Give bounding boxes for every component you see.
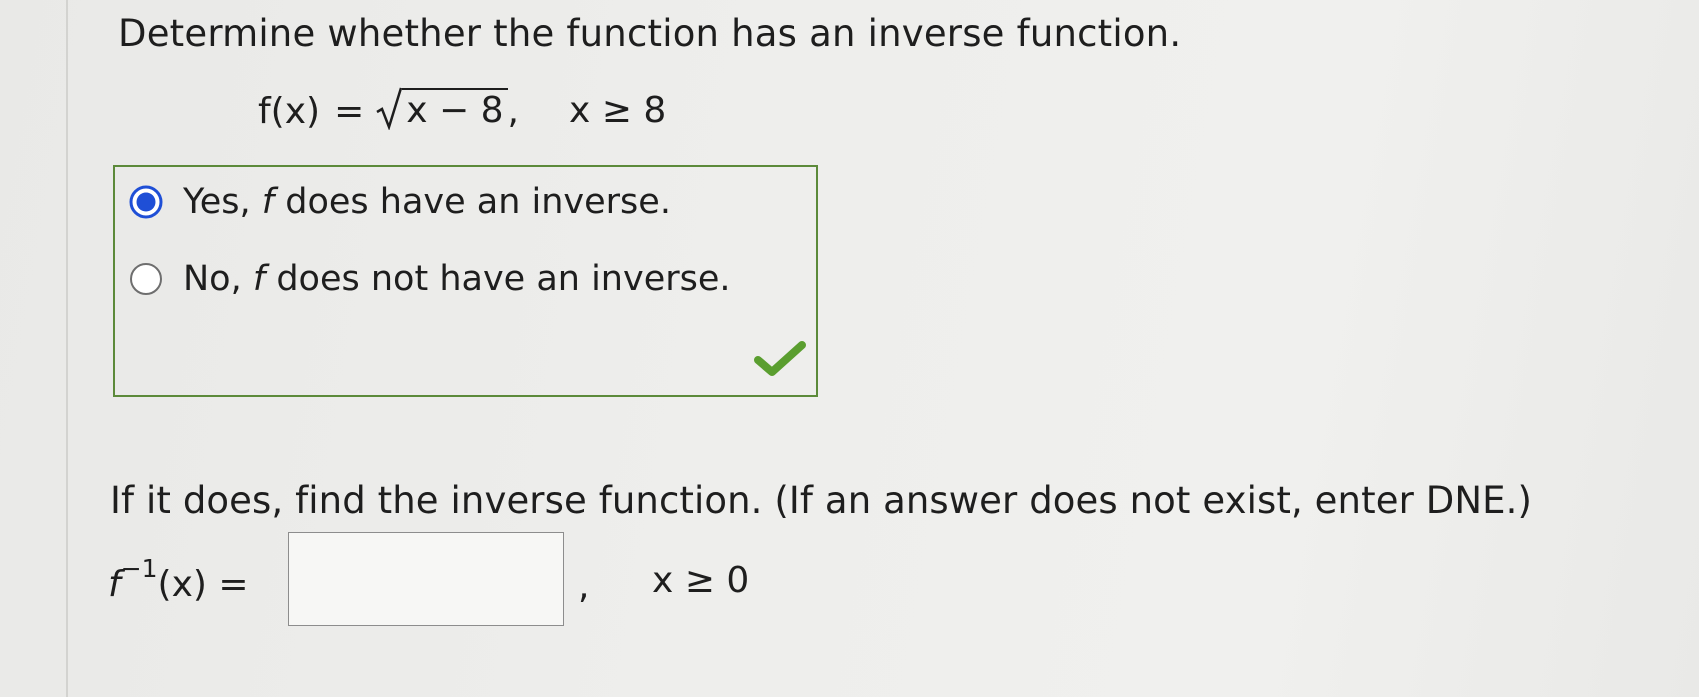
- equation-separator: ,: [507, 91, 519, 132]
- option-no[interactable]: No, f does not have an inverse.: [129, 259, 731, 299]
- option-no-prefix: No,: [183, 259, 242, 299]
- inverse-condition: x ≥ 0: [652, 560, 750, 601]
- inverse-answer-input[interactable]: [288, 532, 564, 626]
- inverse-separator: ,: [578, 566, 590, 607]
- option-no-suffix: does not have an inverse.: [276, 259, 731, 299]
- square-root-icon: [376, 87, 403, 130]
- option-yes-suffix: does have an inverse.: [285, 182, 671, 222]
- question-prompt: Determine whether the function has an in…: [118, 12, 1182, 55]
- checkmark-icon: [754, 341, 806, 376]
- equation-equals: =: [334, 91, 365, 132]
- equation-radicand: x − 8: [402, 88, 508, 132]
- option-yes-variable: f: [261, 182, 275, 222]
- function-equation: f(x) = x − 8 , x ≥ 8: [258, 82, 666, 132]
- inverse-function-name: f: [108, 564, 121, 605]
- equation-lhs: f(x): [258, 91, 321, 132]
- multiple-choice-box: Yes, f does have an inverse. No, f does …: [113, 165, 818, 397]
- inverse-exponent: −1: [120, 554, 158, 583]
- option-yes-prefix: Yes,: [183, 182, 251, 222]
- inverse-label: f−1(x) =: [108, 554, 249, 605]
- radio-unselected-icon[interactable]: [129, 262, 163, 296]
- inverse-equals: =: [218, 564, 249, 605]
- page-left-rule: [66, 0, 68, 697]
- followup-prompt: If it does, find the inverse function. (…: [110, 479, 1532, 522]
- equation-condition: x ≥ 8: [568, 90, 667, 131]
- radio-selected-icon[interactable]: [129, 185, 163, 219]
- option-yes[interactable]: Yes, f does have an inverse.: [129, 182, 671, 222]
- option-no-variable: f: [252, 259, 266, 299]
- inverse-argument: (x): [157, 564, 207, 605]
